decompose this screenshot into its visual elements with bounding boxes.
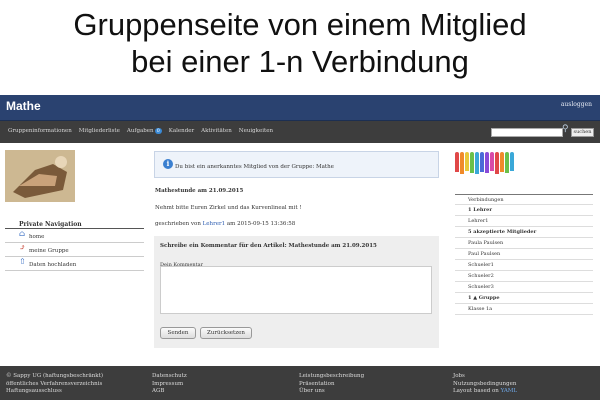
member-notice: i Du bist ein anerkanntes Mitglied von d… xyxy=(154,151,439,178)
list-item[interactable]: Klasse 1a xyxy=(455,304,593,315)
footer-col-1: © Sappy UG (haftungsbeschränkt) öffentli… xyxy=(6,373,103,396)
footer-link[interactable]: AGB xyxy=(152,388,187,396)
send-button[interactable]: Senden xyxy=(160,327,196,339)
wrench-icon: ⤴ xyxy=(19,243,26,252)
footer-link[interactable]: Über uns xyxy=(299,388,364,396)
member-notice-text: Du bist ein anerkanntes Mitglied von der… xyxy=(175,164,334,170)
private-nav-my-group[interactable]: ⤴ meine Gruppe xyxy=(5,243,144,257)
group-title: Mathe xyxy=(6,99,41,113)
article-author-link[interactable]: Lehrer1 xyxy=(203,221,225,227)
footer-link[interactable]: Präsentation xyxy=(299,381,364,389)
article-meta: geschrieben von Lehrer1 am 2015-09-15 13… xyxy=(155,221,295,227)
footer-link[interactable]: Leistungsbeschreibung xyxy=(299,373,364,381)
nav-news[interactable]: Neuigkeiten xyxy=(239,128,273,134)
caption-line-2: bei einer 1-n Verbindung xyxy=(131,44,469,79)
list-item[interactable]: Schueler3 xyxy=(455,282,593,293)
list-item[interactable]: Paula Paulsen xyxy=(455,238,593,249)
list-item[interactable]: Paul Paulsen xyxy=(455,249,593,260)
footer: © Sappy UG (haftungsbeschränkt) öffentli… xyxy=(0,366,600,400)
house-icon: ⌂ xyxy=(19,229,26,238)
nav-calendar[interactable]: Kalender xyxy=(169,128,194,134)
profile-photo-icon xyxy=(5,150,75,202)
footer-link[interactable]: Haftungsausschluss xyxy=(6,388,103,396)
footer-copyright: © Sappy UG (haftungsbeschränkt) xyxy=(6,373,103,379)
nav-tasks[interactable]: Aufgaben 0 xyxy=(127,128,162,134)
upload-arrow-icon: ⇧ xyxy=(19,257,26,266)
nav-tasks-label: Aufgaben xyxy=(126,128,154,134)
tasks-count-badge: 0 xyxy=(154,128,162,134)
comment-form: Schreibe ein Kommentar für den Artikel: … xyxy=(154,236,439,348)
footer-link[interactable]: öffentliches Verfahrensverzeichnis xyxy=(6,381,103,389)
nav-activities[interactable]: Aktivitäten xyxy=(201,128,232,134)
comment-textarea[interactable] xyxy=(160,266,432,314)
search-input[interactable] xyxy=(491,128,563,137)
nav-group-info[interactable]: Gruppeninformationen xyxy=(8,128,72,134)
list-item[interactable]: Schueler1 xyxy=(455,260,593,271)
list-item[interactable]: Schueler2 xyxy=(455,271,593,282)
private-nav-my-group-label: meine Gruppe xyxy=(29,248,69,254)
member-count: 5 akzeptierte Mitglieder xyxy=(455,227,593,238)
slide-caption: Gruppenseite von einem Mitglied bei eine… xyxy=(0,6,600,80)
connections-list: Verbindungen 1 Lehrer Lehrer1 5 akzeptie… xyxy=(455,194,593,315)
footer-layout-prefix: Layout based on xyxy=(453,388,501,394)
top-bar: Mathe ausloggen xyxy=(0,95,600,121)
comment-form-title: Schreibe ein Kommentar für den Artikel: … xyxy=(160,243,377,249)
group-count: 1 ▲ Gruppe xyxy=(455,293,593,304)
private-navigation: Private Navigation ⌂ home ⤴ meine Gruppe… xyxy=(5,219,144,271)
private-nav-home-label: home xyxy=(29,234,45,240)
teacher-count: 1 Lehrer xyxy=(455,205,593,216)
profile-image xyxy=(5,150,75,202)
nav-member-list[interactable]: Mitgliederliste xyxy=(79,128,120,134)
yaml-link[interactable]: YAML xyxy=(501,388,517,394)
group-people-icon xyxy=(455,148,517,174)
reset-button[interactable]: Zurücksetzen xyxy=(200,327,252,339)
footer-layout-credit: Layout based on YAML xyxy=(453,388,517,396)
article-meta-suffix: am 2015-09-15 13:36:58 xyxy=(225,221,296,227)
article-body: Nehmt bitte Euren Zirkel und das Kurvenl… xyxy=(155,205,302,211)
private-nav-upload[interactable]: ⇧ Daten hochladen xyxy=(5,257,144,271)
footer-col-3: Leistungsbeschreibung Präsentation Über … xyxy=(299,373,364,396)
info-icon: i xyxy=(163,159,173,169)
article-meta-prefix: geschrieben von xyxy=(155,221,203,227)
footer-link[interactable]: Jobs xyxy=(453,373,517,381)
footer-link[interactable]: Impressum xyxy=(152,381,187,389)
footer-link[interactable]: Datenschutz xyxy=(152,373,187,381)
list-item[interactable]: Lehrer1 xyxy=(455,216,593,227)
connections-heading: Verbindungen xyxy=(455,194,593,205)
search-button[interactable]: suchen xyxy=(571,128,594,137)
magnifier-icon: ⚲ xyxy=(562,124,569,134)
logout-link[interactable]: ausloggen xyxy=(561,101,592,108)
footer-col-2: Datenschutz Impressum AGB xyxy=(152,373,187,396)
footer-link[interactable]: Nutzungsbedingungen xyxy=(453,381,517,389)
private-nav-upload-label: Daten hochladen xyxy=(29,262,77,268)
private-nav-title: Private Navigation xyxy=(5,219,144,229)
article-title: Mathestunde am 21.09.2015 xyxy=(155,188,244,194)
caption-line-1: Gruppenseite von einem Mitglied xyxy=(73,7,527,42)
private-nav-home[interactable]: ⌂ home xyxy=(5,229,144,243)
footer-col-4: Jobs Nutzungsbedingungen Layout based on… xyxy=(453,373,517,396)
